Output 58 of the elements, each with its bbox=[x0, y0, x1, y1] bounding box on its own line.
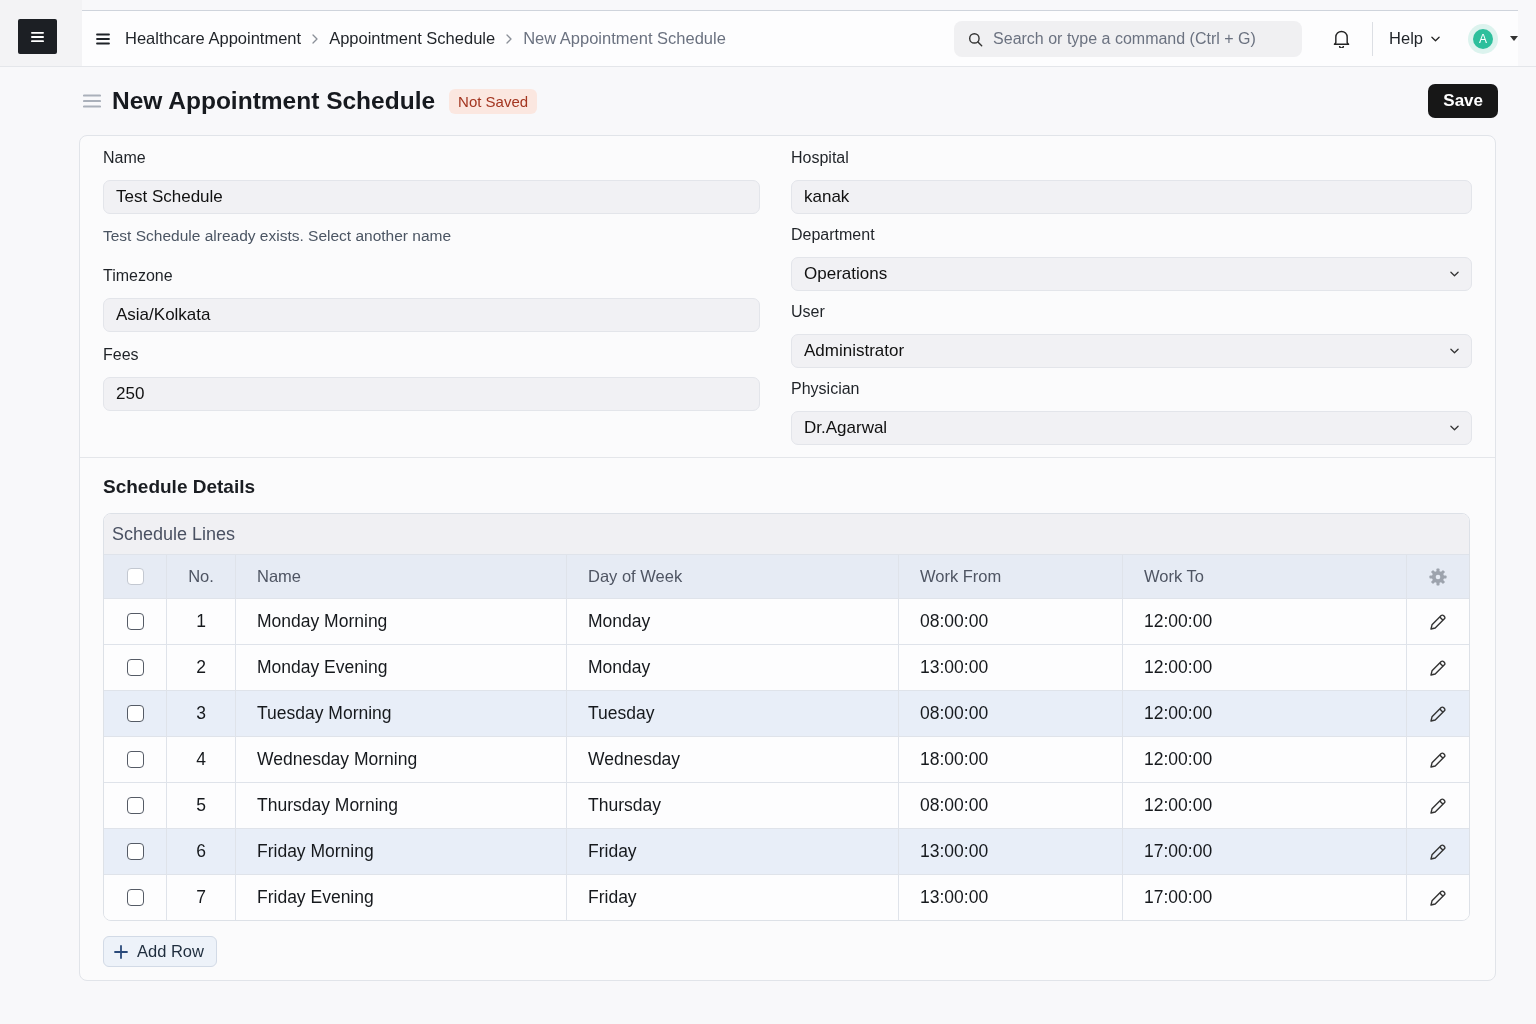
chevron-down-icon bbox=[1450, 425, 1459, 431]
menu-icon[interactable] bbox=[96, 32, 110, 45]
chevron-right-icon bbox=[506, 33, 513, 44]
field-label: User bbox=[791, 302, 826, 322]
pencil-icon[interactable] bbox=[1429, 612, 1447, 631]
input-field[interactable]: 250 bbox=[103, 377, 760, 411]
table-cell: Friday Evening bbox=[235, 875, 566, 920]
status-badge: Not Saved bbox=[449, 88, 538, 114]
checkbox[interactable] bbox=[126, 889, 144, 906]
search-icon bbox=[968, 31, 984, 47]
input-field[interactable]: kanak bbox=[791, 180, 1472, 214]
table-cell: 13:00:00 bbox=[898, 875, 1122, 920]
breadcrumb-link[interactable]: New Appointment Schedule bbox=[523, 29, 726, 48]
table-cell: 7 bbox=[166, 875, 235, 920]
search-field[interactable]: Search or type a command (Ctrl + G) bbox=[954, 20, 1303, 57]
pencil-icon[interactable] bbox=[1429, 842, 1447, 861]
menu-icon bbox=[31, 30, 44, 43]
save-button[interactable]: Save bbox=[1428, 84, 1498, 118]
field-label: Hospital bbox=[791, 148, 850, 168]
checkbox[interactable] bbox=[126, 797, 144, 814]
page-title: New Appointment Schedule bbox=[112, 87, 436, 115]
field-label: Fees bbox=[103, 345, 140, 365]
bell-icon[interactable] bbox=[1333, 29, 1351, 48]
section-title: Schedule Details bbox=[103, 475, 257, 499]
error-message: Test Schedule already exists. Select another name bbox=[103, 226, 453, 246]
input-field[interactable]: Asia/Kolkata bbox=[103, 298, 760, 332]
add-row-button[interactable]: Add Row bbox=[103, 936, 217, 967]
plus-icon bbox=[114, 944, 128, 959]
field-label: Physician bbox=[791, 379, 861, 399]
help-dropdown[interactable]: Help bbox=[1385, 29, 1444, 48]
pencil-icon[interactable] bbox=[1429, 796, 1447, 815]
table-cell: Friday bbox=[566, 875, 898, 920]
checkbox[interactable] bbox=[126, 705, 144, 722]
checkbox[interactable] bbox=[126, 843, 144, 860]
field-label: Name bbox=[103, 148, 147, 168]
breadcrumb-link[interactable]: Appointment Schedule bbox=[329, 29, 496, 48]
select-field[interactable]: Administrator bbox=[791, 334, 1472, 368]
pencil-icon[interactable] bbox=[1429, 704, 1447, 723]
menu-button[interactable] bbox=[18, 19, 57, 54]
field-label: Timezone bbox=[103, 266, 174, 286]
chevron-right-icon bbox=[312, 33, 319, 44]
checkbox[interactable] bbox=[126, 659, 144, 676]
input-field[interactable]: Test Schedule bbox=[103, 180, 760, 214]
breadcrumb-link[interactable]: Healthcare Appointment bbox=[125, 29, 302, 48]
caret-icon[interactable] bbox=[1510, 36, 1518, 41]
pencil-icon[interactable] bbox=[1429, 750, 1447, 769]
checkbox[interactable] bbox=[126, 613, 144, 630]
pencil-icon[interactable] bbox=[1429, 888, 1447, 907]
checkbox[interactable] bbox=[126, 751, 144, 768]
pencil-icon[interactable] bbox=[1429, 658, 1447, 677]
select-field[interactable]: Dr.Agarwal bbox=[791, 411, 1472, 445]
field-label: Department bbox=[791, 225, 876, 245]
select-field[interactable]: Operations bbox=[791, 257, 1472, 291]
chevron-down-icon bbox=[1450, 271, 1459, 277]
table-title: Schedule Lines bbox=[104, 514, 1469, 554]
table-cell: 17:00:00 bbox=[1122, 875, 1406, 920]
chevron-down-icon bbox=[1450, 348, 1459, 354]
chevron-down-icon bbox=[1431, 35, 1440, 42]
